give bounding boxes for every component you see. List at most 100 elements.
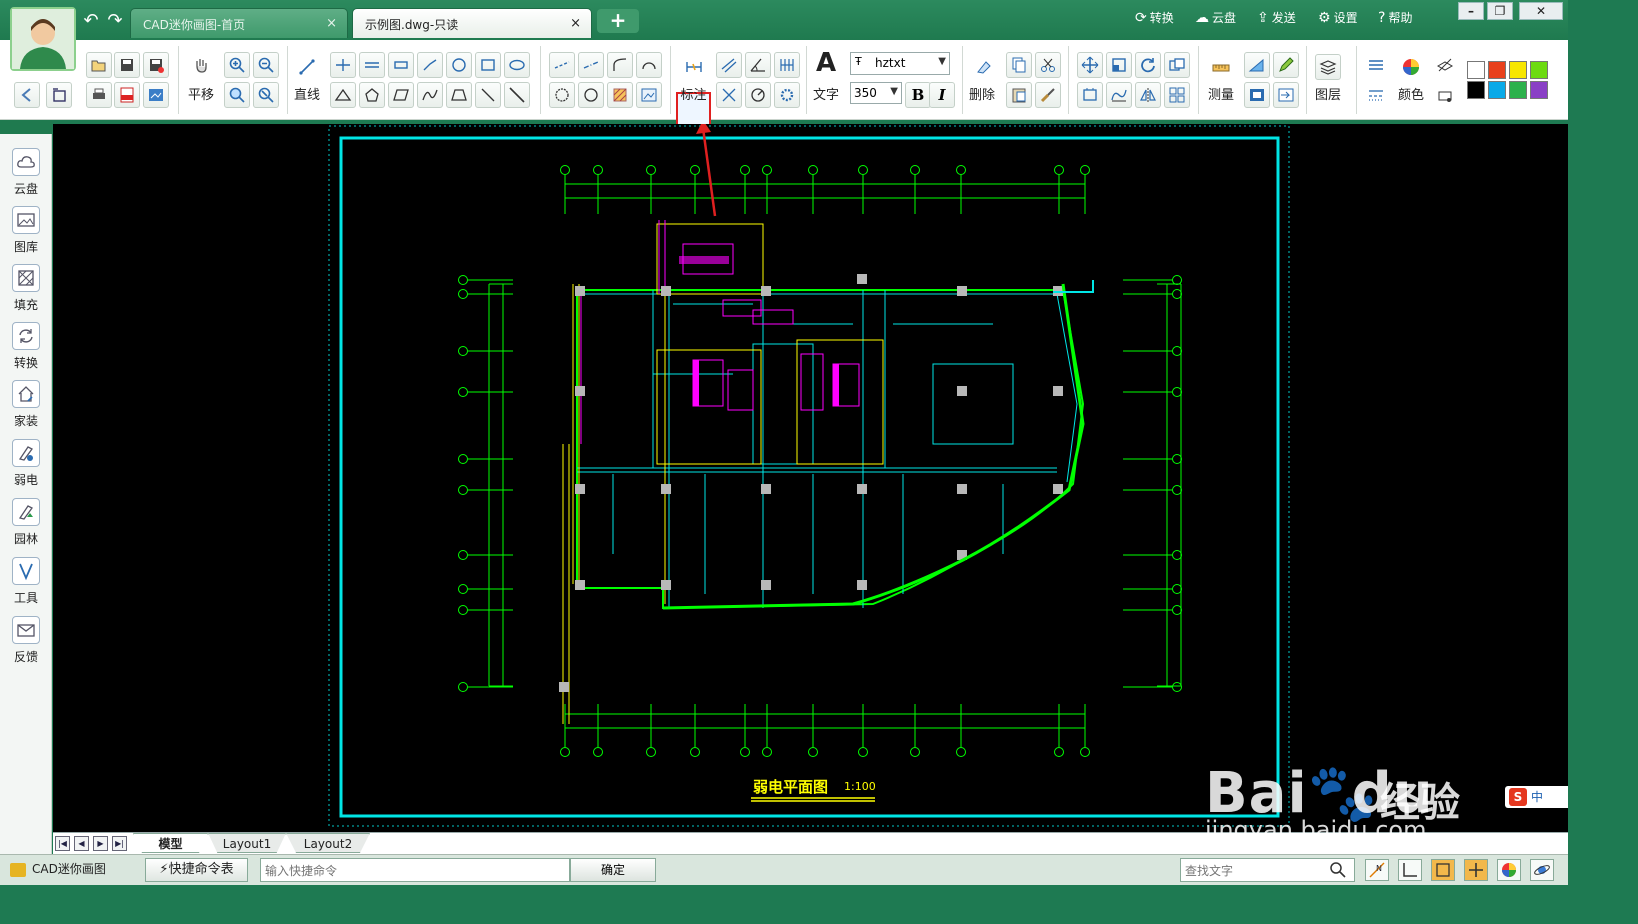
circle-icon[interactable]: [446, 52, 472, 78]
last-layout-button[interactable]: ▶|: [112, 836, 127, 851]
sidebar-item-convert[interactable]: 转换: [8, 322, 44, 372]
multiline-icon[interactable]: [359, 52, 385, 78]
sidebar-item-tools[interactable]: 工具: [8, 557, 44, 607]
pan-hand-icon[interactable]: [188, 52, 214, 78]
layers-icon[interactable]: [1315, 54, 1341, 80]
scale-icon[interactable]: [1106, 52, 1132, 78]
save-icon[interactable]: [114, 52, 140, 78]
delete-label[interactable]: 删除: [966, 84, 998, 103]
prev-layout-button[interactable]: ◀: [74, 836, 89, 851]
drawing-canvas[interactable]: 弱电平面图 1:100: [53, 124, 1568, 832]
grid-snap-icon[interactable]: [1431, 859, 1455, 881]
rectangle-icon[interactable]: [475, 52, 501, 78]
save-as-icon[interactable]: [143, 52, 169, 78]
italic-button[interactable]: I: [929, 82, 955, 108]
ime-indicator[interactable]: S中: [1505, 786, 1568, 808]
dimension-label[interactable]: 标注: [678, 84, 709, 103]
swatch-red[interactable]: [1488, 61, 1506, 79]
arc-icon[interactable]: [607, 52, 633, 78]
tab-model[interactable]: 模型: [133, 833, 208, 853]
orbit-icon[interactable]: [1530, 859, 1554, 881]
color-label[interactable]: 颜色: [1396, 84, 1426, 103]
swatch-dark-green[interactable]: [1509, 81, 1527, 99]
pentagon-icon[interactable]: [359, 82, 385, 108]
hatch-tool-icon[interactable]: [607, 82, 633, 108]
mirror-icon[interactable]: [1135, 82, 1161, 108]
match-properties-icon[interactable]: [1035, 82, 1061, 108]
shortcut-commands-button[interactable]: ⚡快捷命令表: [145, 858, 248, 882]
tab-home[interactable]: CAD迷你画图-首页 ×: [130, 8, 348, 38]
construction-line-icon[interactable]: [504, 82, 530, 108]
block-icon[interactable]: [1244, 82, 1270, 108]
arc-3pt-icon[interactable]: [636, 52, 662, 78]
pdf-icon[interactable]: [114, 82, 140, 108]
sidebar-item-electric[interactable]: 弱电: [8, 439, 44, 489]
insert-image-icon[interactable]: [636, 82, 662, 108]
trim-icon[interactable]: [1106, 82, 1132, 108]
command-input[interactable]: [260, 858, 570, 882]
pencil-icon[interactable]: [1273, 52, 1299, 78]
swatch-purple[interactable]: [1530, 81, 1548, 99]
zoom-window-icon[interactable]: [224, 82, 250, 108]
font-size-select[interactable]: 350 ▼: [850, 82, 902, 104]
avatar[interactable]: [10, 7, 76, 71]
ruler-icon[interactable]: [1208, 54, 1234, 80]
redo-icon[interactable]: ↷: [104, 11, 126, 31]
layer-lock-icon[interactable]: [1432, 82, 1458, 108]
trapezoid-icon[interactable]: [446, 82, 472, 108]
sidebar-item-garden[interactable]: 园林: [8, 498, 44, 548]
ortho-mode-icon[interactable]: [1398, 859, 1422, 881]
first-layout-button[interactable]: |◀: [55, 836, 70, 851]
linear-dim-icon[interactable]: [774, 52, 800, 78]
ellipse-icon[interactable]: [578, 82, 604, 108]
close-window-button[interactable]: ✕: [1519, 2, 1563, 20]
parallelogram-icon[interactable]: [388, 82, 414, 108]
font-select[interactable]: Ŧ hztxt ▼: [850, 52, 950, 75]
zoom-out-icon[interactable]: [253, 52, 279, 78]
zoom-extents-icon[interactable]: [253, 82, 279, 108]
color-wheel-icon[interactable]: [1398, 54, 1424, 80]
move-icon[interactable]: [1077, 52, 1103, 78]
double-line-icon[interactable]: [388, 52, 414, 78]
ray-icon[interactable]: [475, 82, 501, 108]
cloud-line-icon[interactable]: [504, 52, 530, 78]
new-file-icon[interactable]: [46, 82, 72, 108]
bold-button[interactable]: B: [905, 82, 931, 108]
line-weight-icon[interactable]: [1363, 52, 1389, 78]
convert-action[interactable]: ⟳ 转换: [1135, 9, 1174, 29]
dashed-line-icon[interactable]: [549, 52, 575, 78]
curve-icon[interactable]: [417, 82, 443, 108]
confirm-button[interactable]: 确定: [570, 858, 656, 882]
triangle-icon[interactable]: [330, 82, 356, 108]
ortho-snap-icon[interactable]: N: [1365, 859, 1389, 881]
tab-layout1[interactable]: Layout1: [208, 833, 286, 853]
text-a-icon[interactable]: A: [813, 48, 839, 78]
radius-dim-icon[interactable]: [745, 82, 771, 108]
help-action[interactable]: ? 帮助: [1378, 9, 1412, 29]
swatch-cyan[interactable]: [1488, 81, 1506, 99]
swatch-white[interactable]: [1467, 61, 1485, 79]
settings-action[interactable]: ⚙ 设置: [1318, 9, 1358, 29]
swatch-yellow[interactable]: [1509, 61, 1527, 79]
diameter-dim-icon[interactable]: [774, 82, 800, 108]
center-line-icon[interactable]: [578, 52, 604, 78]
layer-off-icon[interactable]: [1432, 52, 1458, 78]
dimension-icon[interactable]: [681, 54, 707, 80]
close-icon[interactable]: ×: [570, 16, 581, 31]
cut-icon[interactable]: [1035, 52, 1061, 78]
spline-node-icon[interactable]: [417, 52, 443, 78]
sidebar-item-home[interactable]: 家装: [8, 380, 44, 430]
rotate-icon[interactable]: [1135, 52, 1161, 78]
line-label[interactable]: 直线: [292, 84, 322, 103]
eraser-icon[interactable]: [970, 54, 996, 80]
zoom-in-icon[interactable]: [224, 52, 250, 78]
paste-icon[interactable]: [1006, 82, 1032, 108]
color-wheel-icon[interactable]: [1497, 859, 1521, 881]
line-type-icon[interactable]: [1363, 82, 1389, 108]
offset-icon[interactable]: [1077, 82, 1103, 108]
minimize-button[interactable]: –: [1458, 2, 1484, 20]
pan-label[interactable]: 平移: [186, 84, 216, 103]
swatch-black[interactable]: [1467, 81, 1485, 99]
insert-block-icon[interactable]: [1273, 82, 1299, 108]
measure-label[interactable]: 测量: [1204, 84, 1238, 103]
